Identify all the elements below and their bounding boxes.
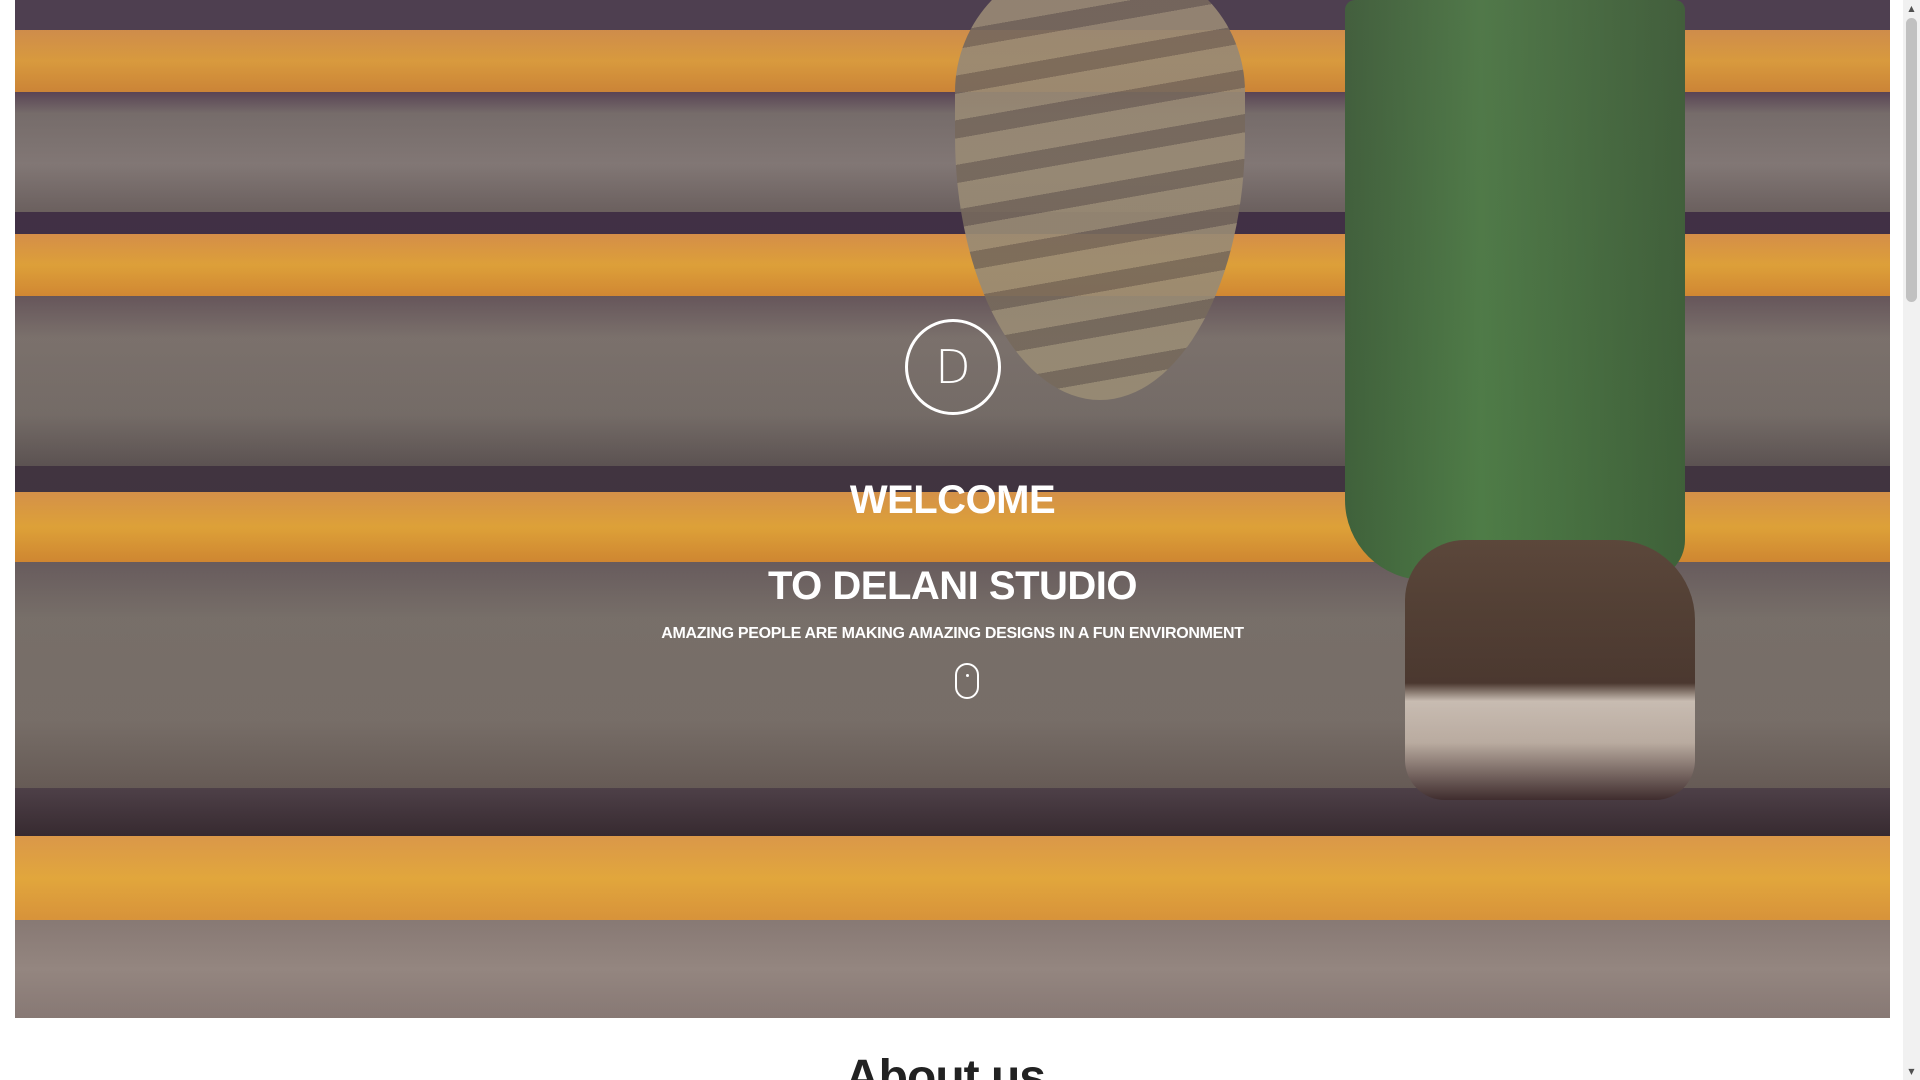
mouse-scroll-icon[interactable]: [955, 663, 979, 699]
about-heading: About us: [845, 1051, 1046, 1080]
hero-subtitle: AMAZING PEOPLE ARE MAKING AMAZING DESIGN…: [661, 625, 1244, 642]
scroll-thumb[interactable]: [1906, 18, 1917, 302]
hero-section: D WELCOME TO DELANI STUDIO AMAZING PEOPL…: [15, 0, 1890, 1018]
logo-icon[interactable]: D: [905, 319, 1001, 415]
hero-title-studio: TO DELANI STUDIO: [767, 564, 1138, 608]
page-scrollbar[interactable]: ▲ ▼: [1903, 0, 1920, 1080]
scroll-down-icon[interactable]: ▼: [1903, 1063, 1920, 1080]
hero-title-welcome: WELCOME: [849, 478, 1056, 522]
scroll-up-icon[interactable]: ▲: [1903, 0, 1920, 17]
hero-content: D WELCOME TO DELANI STUDIO AMAZING PEOPL…: [15, 0, 1890, 1018]
logo-letter: D: [935, 340, 971, 394]
